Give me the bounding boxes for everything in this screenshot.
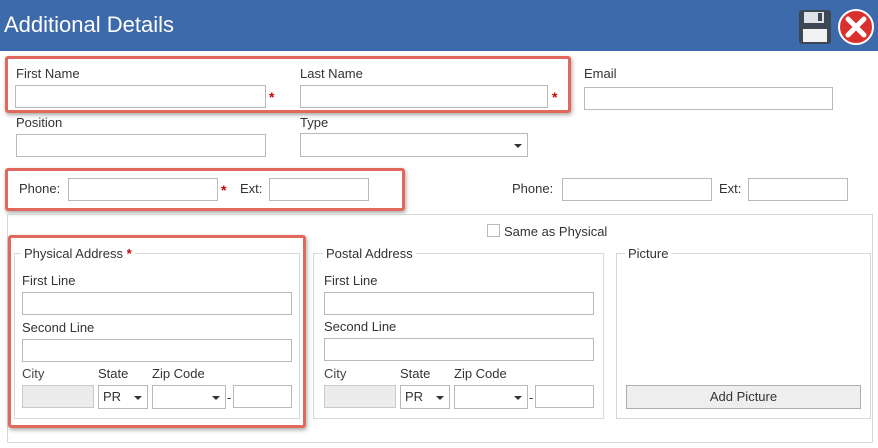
postal-zip-ext-input[interactable] xyxy=(535,385,594,408)
physical-first-line-input[interactable] xyxy=(22,292,292,315)
postal-second-line-input[interactable] xyxy=(324,338,594,361)
type-label: Type xyxy=(300,115,329,130)
phone2-input[interactable] xyxy=(562,178,712,201)
physical-city-label: City xyxy=(22,366,45,381)
physical-zip-dropdown[interactable] xyxy=(152,385,226,409)
postal-first-line-label: First Line xyxy=(324,273,378,288)
physical-first-line-label: First Line xyxy=(22,273,76,288)
physical-zip-ext-input[interactable] xyxy=(233,385,292,408)
close-icon xyxy=(838,9,874,45)
chevron-down-icon xyxy=(514,396,522,400)
ext-input[interactable] xyxy=(269,178,369,201)
chevron-down-icon xyxy=(514,144,522,148)
first-name-label: First Name xyxy=(16,66,80,81)
first-name-required-marker: * xyxy=(269,89,275,105)
phone-input[interactable] xyxy=(68,178,218,201)
add-picture-button[interactable]: Add Picture xyxy=(626,385,861,409)
postal-address-legend: Postal Address xyxy=(323,246,416,261)
first-name-input[interactable] xyxy=(15,85,266,108)
ext2-label: Ext: xyxy=(719,181,742,196)
postal-state-dropdown[interactable]: PR xyxy=(400,385,450,409)
postal-zip-separator: - xyxy=(529,390,534,405)
chevron-down-icon xyxy=(436,396,444,400)
floppy-disk-icon xyxy=(799,10,831,44)
ext-label: Ext: xyxy=(240,181,263,196)
email-label: Email xyxy=(584,66,617,81)
phone-label: Phone: xyxy=(19,181,61,196)
email-input[interactable] xyxy=(584,87,833,110)
last-name-required-marker: * xyxy=(552,89,558,105)
physical-second-line-label: Second Line xyxy=(22,320,95,335)
phone-required-marker: * xyxy=(221,182,227,198)
physical-second-line-input[interactable] xyxy=(22,339,292,362)
physical-state-value: PR xyxy=(103,389,122,404)
postal-city-input xyxy=(324,385,396,408)
same-as-physical-label: Same as Physical xyxy=(504,224,608,239)
type-dropdown[interactable] xyxy=(300,133,528,157)
chevron-down-icon xyxy=(134,396,142,400)
physical-state-label: State xyxy=(98,366,129,381)
physical-address-title: Physical Address xyxy=(24,246,123,261)
physical-city-input xyxy=(22,385,94,408)
postal-second-line-label: Second Line xyxy=(324,319,397,334)
position-label: Position xyxy=(16,115,63,130)
ext2-input[interactable] xyxy=(748,178,848,201)
physical-address-required-marker: * xyxy=(126,246,132,261)
close-button[interactable] xyxy=(837,8,875,46)
postal-zip-label: Zip Code xyxy=(454,366,507,381)
phone2-label: Phone: xyxy=(512,181,554,196)
postal-first-line-input[interactable] xyxy=(324,292,594,315)
last-name-label: Last Name xyxy=(300,66,363,81)
picture-legend: Picture xyxy=(625,246,672,261)
title-bar: Additional Details xyxy=(0,0,878,51)
postal-state-label: State xyxy=(400,366,431,381)
postal-zip-dropdown[interactable] xyxy=(454,385,528,409)
postal-state-value: PR xyxy=(405,389,424,404)
chevron-down-icon xyxy=(212,396,220,400)
postal-city-label: City xyxy=(324,366,347,381)
physical-zip-separator: - xyxy=(227,390,232,405)
window-title: Additional Details xyxy=(4,12,174,37)
physical-state-dropdown[interactable]: PR xyxy=(98,385,148,409)
physical-address-legend: Physical Address * xyxy=(21,246,135,261)
last-name-input[interactable] xyxy=(300,85,548,108)
save-button[interactable] xyxy=(798,9,832,45)
same-as-physical-checkbox[interactable] xyxy=(487,224,500,237)
physical-zip-label: Zip Code xyxy=(152,366,205,381)
position-input[interactable] xyxy=(16,134,266,157)
